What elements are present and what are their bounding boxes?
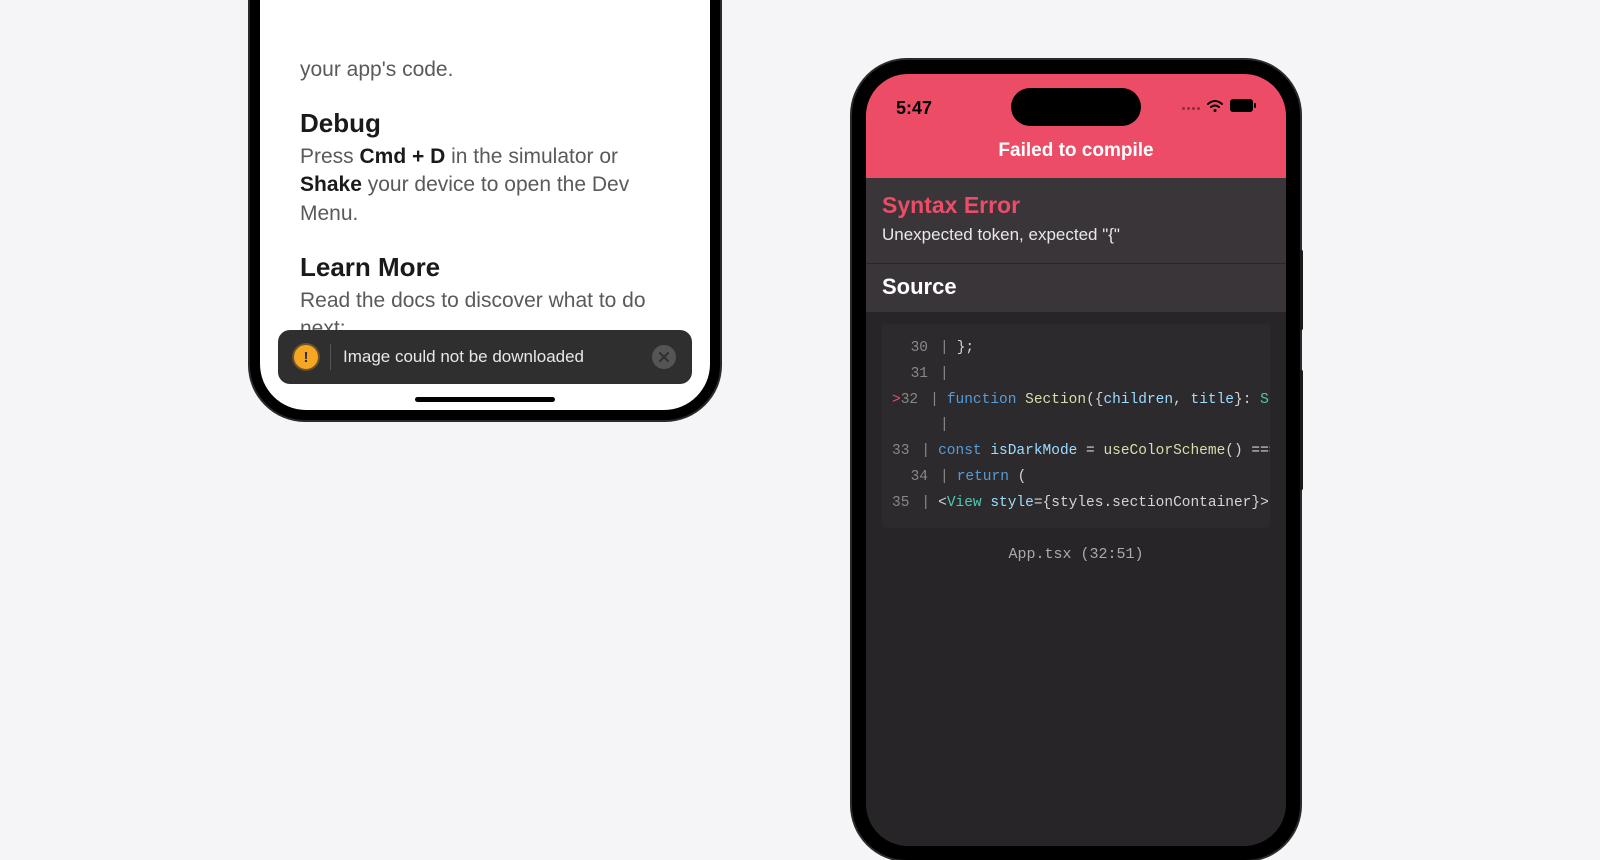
code-line: 30 | }; bbox=[882, 336, 1270, 362]
side-button bbox=[1300, 370, 1303, 490]
learn-more-heading: Learn More bbox=[300, 252, 670, 283]
home-indicator bbox=[415, 397, 555, 402]
error-type: Syntax Error bbox=[882, 192, 1270, 219]
error-header: Failed to compile bbox=[866, 130, 1286, 178]
phone-mockup-left: your app's code. Debug Press Cmd + D in … bbox=[250, 0, 720, 420]
toast-close-button[interactable] bbox=[652, 345, 676, 369]
file-location: App.tsx (32:51) bbox=[866, 528, 1286, 581]
battery-icon bbox=[1230, 99, 1256, 117]
side-button bbox=[1300, 250, 1303, 330]
close-icon bbox=[658, 351, 670, 363]
source-header: Source bbox=[866, 264, 1286, 312]
debug-heading: Debug bbox=[300, 108, 670, 139]
phone-screen-left: your app's code. Debug Press Cmd + D in … bbox=[260, 0, 710, 410]
doc-fragment: your app's code. bbox=[300, 58, 670, 82]
debug-text: Press Cmd + D in the simulator or Shake … bbox=[300, 143, 670, 228]
dynamic-island bbox=[1011, 88, 1141, 126]
code-line: 34 | return ( bbox=[882, 465, 1270, 491]
code-line: 35 | <View style={styles.sectionContaine… bbox=[882, 491, 1270, 517]
error-message: Unexpected token, expected "{" bbox=[882, 225, 1270, 245]
code-line: 31 | bbox=[882, 362, 1270, 388]
wifi-icon bbox=[1206, 99, 1224, 118]
toast-message: Image could not be downloaded bbox=[343, 347, 640, 367]
phone-mockup-right: 5:47 Failed to compile Syntax Error Unex… bbox=[852, 60, 1300, 860]
phone-screen-right: 5:47 Failed to compile Syntax Error Unex… bbox=[866, 74, 1286, 846]
toast-divider bbox=[330, 344, 331, 370]
error-title-section: Syntax Error Unexpected token, expected … bbox=[866, 178, 1286, 263]
logbox-toast[interactable]: ! Image could not be downloaded bbox=[278, 330, 692, 384]
warning-icon: ! bbox=[294, 345, 318, 369]
status-time: 5:47 bbox=[896, 98, 932, 119]
status-bar: 5:47 bbox=[866, 74, 1286, 130]
code-line: 33 | const isDarkMode = useColorScheme()… bbox=[882, 439, 1270, 465]
code-line: > 32 | function Section({children, title… bbox=[882, 388, 1270, 414]
status-icons bbox=[1182, 99, 1256, 118]
code-line: | bbox=[882, 413, 1270, 439]
cellular-icon bbox=[1182, 107, 1200, 110]
code-block: 30 | }; 31 | > 32 | function Section({ch… bbox=[882, 324, 1270, 528]
